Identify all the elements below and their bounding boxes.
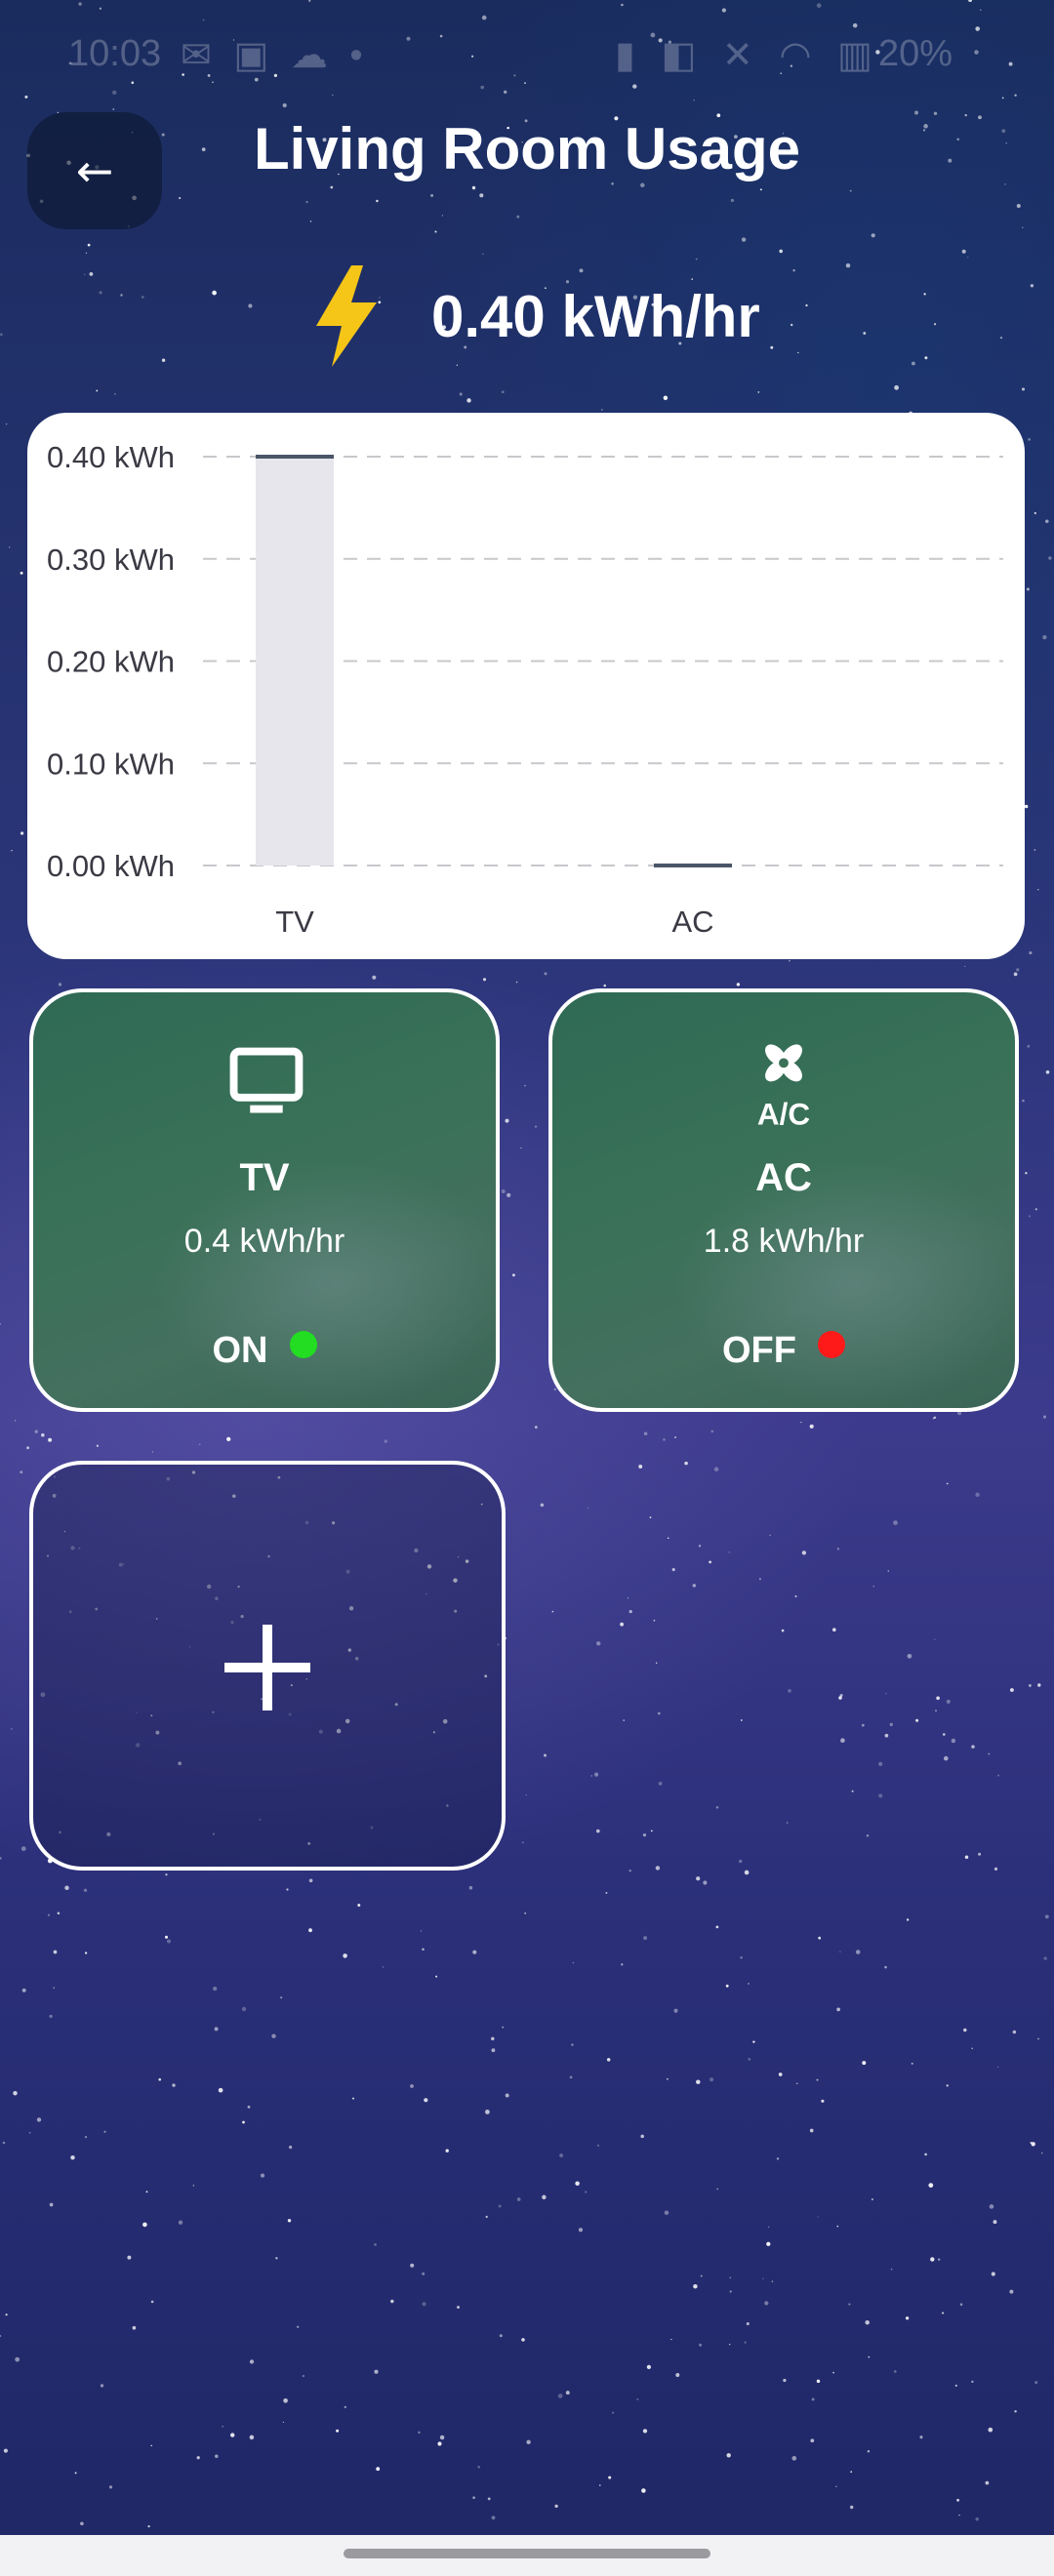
plus-icon	[224, 1625, 310, 1711]
x-tick-label: TV	[275, 905, 314, 939]
usage-chart: 0.00 kWh 0.10 kWh 0.20 kWh 0.30 kWh 0.40 kWh…	[27, 413, 1025, 959]
device-name: TV	[239, 1156, 290, 1199]
usage-bar-chart: 0.00 kWh 0.10 kWh 0.20 kWh 0.30 kWh 0.40 kWh…	[47, 440, 1003, 939]
total-usage-value: 0.40 kWh/hr	[431, 284, 760, 349]
total-usage: 0.40 kWh/hr	[0, 262, 1054, 369]
navigation-bar	[0, 2535, 1054, 2576]
fan-ac-icon: A/C	[757, 1044, 810, 1129]
y-tick-label: 0.30 kWh	[47, 543, 175, 577]
status-dot-on	[289, 1331, 317, 1358]
device-rate: 1.8 kWh/hr	[703, 1223, 865, 1260]
device-status-text: ON	[212, 1330, 268, 1371]
x-tick-label: AC	[671, 905, 713, 939]
tv-icon	[229, 1047, 304, 1113]
lightning-bolt-icon	[316, 265, 377, 367]
page-title-text: Living Room Usage	[253, 116, 801, 181]
battery-level: 20%	[878, 33, 953, 74]
y-tick-label: 0.10 kWh	[47, 746, 175, 781]
add-device-button[interactable]	[29, 1461, 506, 1871]
device-status-text: OFF	[722, 1330, 796, 1371]
y-tick-label: 0.40 kWh	[47, 440, 175, 474]
status-dot-off	[817, 1331, 845, 1358]
page-title: Living Room Usage	[0, 115, 1054, 182]
bar-tv	[256, 457, 334, 865]
svg-text:A/C: A/C	[757, 1097, 810, 1129]
device-card-ac[interactable]: A/C AC 1.8 kWh/hr OFF	[548, 988, 1019, 1412]
device-card-tv[interactable]: TV 0.4 kWh/hr ON	[29, 988, 500, 1412]
status-time: 10:03	[68, 33, 162, 74]
home-indicator[interactable]	[344, 2549, 710, 2558]
device-status: ON	[33, 1330, 496, 1372]
system-icons: ▮ ◧ ✕ ◠ ▥	[615, 35, 880, 76]
y-tick-label: 0.00 kWh	[47, 849, 175, 883]
y-tick-label: 0.20 kWh	[47, 645, 175, 679]
device-name: AC	[755, 1156, 812, 1199]
device-status: OFF	[552, 1330, 1015, 1372]
status-bar: 10:03 ✉ ▣ ☁ • ▮ ◧ ✕ ◠ ▥ 20%	[0, 0, 1054, 107]
notification-icons: ✉ ▣ ☁ •	[181, 35, 369, 76]
device-rate: 0.4 kWh/hr	[183, 1223, 345, 1260]
